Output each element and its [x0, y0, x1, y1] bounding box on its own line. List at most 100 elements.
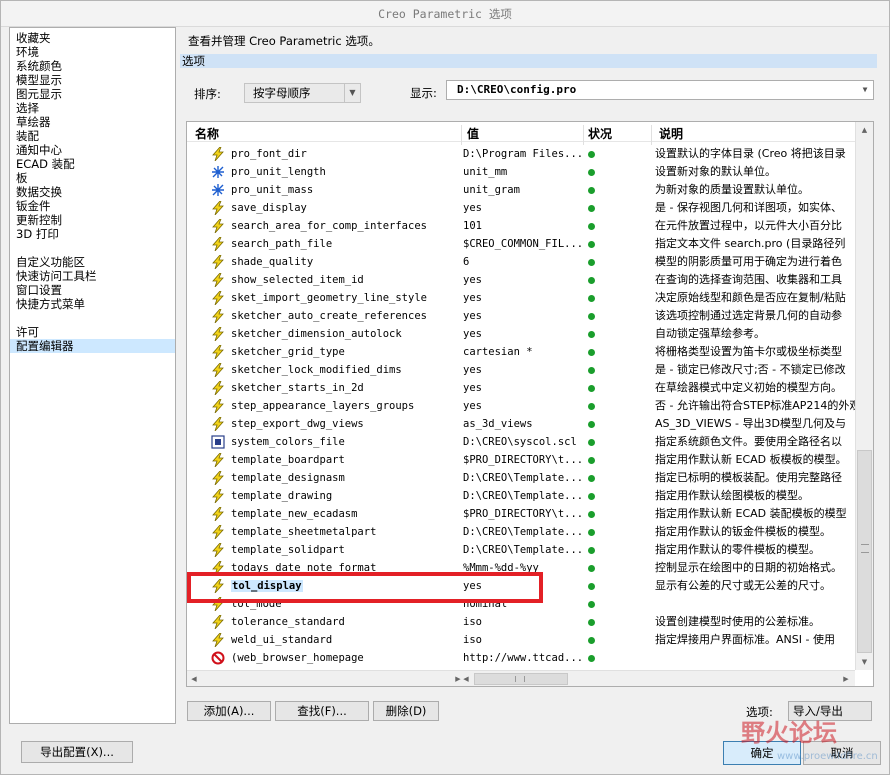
row-name: system_colors_file	[231, 433, 463, 451]
sidebar-item[interactable]: 快速访问工具栏	[10, 269, 175, 283]
row-value: $PRO_DIRECTORY\t...	[463, 454, 583, 466]
ok-button[interactable]: 确定	[723, 741, 801, 765]
table-row[interactable]: sket_import_geometry_line_style yes 决定原始线型…	[187, 289, 855, 307]
sidebar-item[interactable]: 板	[10, 171, 175, 185]
sidebar-item[interactable]: 更新控制	[10, 213, 175, 227]
sidebar-item[interactable]: 系统颜色	[10, 59, 175, 73]
lightning-icon	[211, 632, 225, 648]
column-header-name[interactable]: 名称	[195, 125, 219, 142]
status-dot-icon	[588, 313, 595, 320]
status-dot-icon	[588, 259, 595, 266]
unit-icon	[211, 183, 225, 197]
table-row[interactable]: template_solidpart D:\CREO\Template... 指定用…	[187, 541, 855, 559]
scroll-left-icon[interactable]: ◀	[459, 671, 473, 686]
table-row[interactable]: shade_quality 6 模型的阴影质量可用于确定为进行着色	[187, 253, 855, 271]
table-row[interactable]: search_area_for_comp_interfaces 101 在元件放置过…	[187, 217, 855, 235]
sidebar-item[interactable]: 钣金件	[10, 199, 175, 213]
cancel-button[interactable]: 取消	[803, 741, 881, 765]
hscroll-thumb[interactable]	[474, 673, 568, 685]
column-header-value[interactable]: 值	[467, 125, 479, 142]
page-description: 查看并管理 Creo Parametric 选项。	[188, 34, 380, 48]
row-value: yes	[463, 310, 482, 322]
scroll-left-icon[interactable]: ◀	[187, 671, 201, 686]
row-value: iso	[463, 634, 482, 646]
table-row[interactable]: template_designasm D:\CREO\Template... 指定已…	[187, 469, 855, 487]
row-name: template_designasm	[231, 469, 463, 487]
sidebar-item[interactable]: 装配	[10, 129, 175, 143]
table-row[interactable]: sketcher_starts_in_2d yes 在草绘器模式中定义初始的模型方向…	[187, 379, 855, 397]
table-row[interactable]: search_path_file $CREO_COMMON_FIL... 指定文本文…	[187, 235, 855, 253]
sidebar-item[interactable]: 许可	[10, 325, 175, 339]
table-row[interactable]: weld_ui_standard iso 指定焊接用户界面标准。ANSI - 使用	[187, 631, 855, 649]
table-row[interactable]: template_sheetmetalpart D:\CREO\Template.…	[187, 523, 855, 541]
sidebar-item[interactable]: 环境	[10, 45, 175, 59]
sort-dropdown[interactable]: 按字母顺序 ▼	[244, 83, 361, 103]
import-export-button[interactable]: 导入/导出	[788, 701, 872, 721]
row-name-text: template_drawing	[231, 490, 333, 502]
sidebar-item[interactable]: 3D 打印	[10, 227, 175, 241]
table-row[interactable]: template_boardpart $PRO_DIRECTORY\t... 指定用…	[187, 451, 855, 469]
table-row[interactable]: template_drawing D:\CREO\Template... 指定用作默…	[187, 487, 855, 505]
table-row[interactable]: sketcher_grid_type cartesian * 将栅格类型设置为笛卡尔…	[187, 343, 855, 361]
table-row[interactable]: step_export_dwg_views as_3d_views AS_3D_VI…	[187, 415, 855, 433]
table-row[interactable]: step_appearance_layers_groups yes 否 - 允许输出…	[187, 397, 855, 415]
sidebar-item[interactable]: 窗口设置	[10, 283, 175, 297]
column-header-desc[interactable]: 说明	[659, 125, 683, 142]
row-value: http://www.ttcad...	[463, 652, 583, 664]
status-dot-icon	[588, 547, 595, 554]
row-name: step_appearance_layers_groups	[231, 397, 463, 415]
sidebar-item[interactable]: 自定义功能区	[10, 255, 175, 269]
sidebar-item[interactable]: 选择	[10, 101, 175, 115]
table-row[interactable]: sketcher_lock_modified_dims yes 是 - 锁定已修改尺…	[187, 361, 855, 379]
row-name-text: template_designasm	[231, 472, 345, 484]
sidebar: 收藏夹 环境 系统颜色 模型显示 图元显示 选择 草绘器 装配 通知中心 ECAD 装配板数据交换…	[9, 27, 176, 724]
sidebar-item[interactable]: 草绘器	[10, 115, 175, 129]
row-description: 显示有公差的尺寸或无公差的尺寸。	[655, 579, 831, 592]
row-name: weld_ui_standard	[231, 631, 463, 649]
table-row[interactable]: show_selected_item_id yes 在查询的选择查询范围、收集器和工…	[187, 271, 855, 289]
table-row[interactable]: sketcher_dimension_autolock yes 自动锁定强草绘参考。	[187, 325, 855, 343]
table-row[interactable]: pro_font_dir D:\Program Files... 设置默认的字体目录…	[187, 145, 855, 163]
add-button[interactable]: 添加(A)...	[187, 701, 271, 721]
scroll-up-icon[interactable]: ▲	[856, 122, 873, 138]
column-header-status[interactable]: 状况	[588, 125, 612, 142]
disabled-icon	[211, 651, 225, 665]
sidebar-item[interactable]: 收藏夹	[10, 31, 175, 45]
row-value: 6	[463, 256, 470, 268]
sidebar-item[interactable]: ECAD 装配	[10, 157, 175, 171]
row-name: save_display	[231, 199, 463, 217]
table-row[interactable]: (web_browser_homepage http://www.ttcad...	[187, 649, 855, 667]
export-config-button[interactable]: 导出配置(X)...	[21, 741, 133, 763]
sidebar-item[interactable]: 图元显示	[10, 87, 175, 101]
table-row[interactable]: sketcher_auto_create_references yes 该选项控制通…	[187, 307, 855, 325]
chevron-down-icon: ▼	[862, 85, 868, 94]
sidebar-item[interactable]: 数据交换	[10, 185, 175, 199]
horizontal-scrollbar[interactable]: ◀ ▶ ◀ ▶	[187, 670, 855, 686]
status-dot-icon	[588, 403, 595, 410]
show-dropdown[interactable]: D:\CREO\config.pro ▼	[446, 80, 874, 100]
lightning-icon	[211, 200, 225, 216]
row-value: yes	[463, 400, 482, 412]
delete-button[interactable]: 删除(D)	[373, 701, 439, 721]
vertical-scrollbar[interactable]: ▲ ▼	[855, 122, 873, 670]
table-row[interactable]: pro_unit_mass unit_gram 为新对象的质量设置默认单位。	[187, 181, 855, 199]
table-row[interactable]: template_new_ecadasm $PRO_DIRECTORY\t... 指…	[187, 505, 855, 523]
row-description: 指定用作默认新 ECAD 板模板的模型。	[655, 453, 847, 466]
sidebar-item[interactable]: 通知中心	[10, 143, 175, 157]
status-dot-icon	[588, 187, 595, 194]
table-row[interactable]: save_display yes 是 - 保存视图几何和详图项，如实体、	[187, 199, 855, 217]
sidebar-item[interactable]: 配置编辑器	[10, 339, 175, 353]
table-row[interactable]: tolerance_standard iso 设置创建模型时使用的公差标准。	[187, 613, 855, 631]
find-button[interactable]: 查找(F)...	[275, 701, 369, 721]
sidebar-item[interactable]: 快捷方式菜单	[10, 297, 175, 311]
row-value: cartesian *	[463, 346, 533, 358]
lightning-icon	[211, 326, 225, 342]
sidebar-item[interactable]: 模型显示	[10, 73, 175, 87]
table-row[interactable]: system_colors_file D:\CREO\syscol.scl 指定系统…	[187, 433, 855, 451]
row-name-text: sketcher_auto_create_references	[231, 310, 427, 322]
scroll-down-icon[interactable]: ▼	[856, 654, 873, 670]
row-name: shade_quality	[231, 253, 463, 271]
table-row[interactable]: pro_unit_length unit_mm 设置新对象的默认单位。	[187, 163, 855, 181]
scroll-thumb[interactable]	[857, 450, 872, 653]
scroll-right-icon[interactable]: ▶	[839, 671, 853, 686]
